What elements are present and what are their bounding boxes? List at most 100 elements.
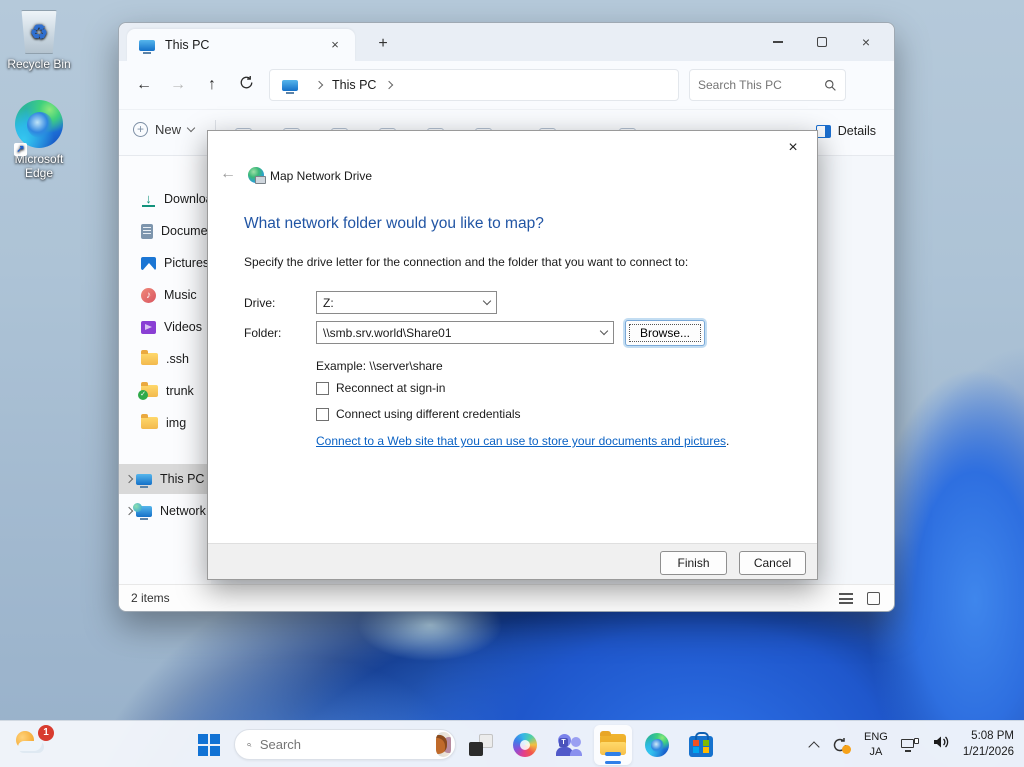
- store-button[interactable]: [682, 725, 720, 765]
- map-network-drive-dialog: × ← Map Network Drive What network folde…: [207, 130, 818, 580]
- sidebar-label: Videos: [164, 320, 202, 334]
- pictures-icon: [141, 256, 156, 270]
- folder-icon: [141, 414, 158, 429]
- drive-value: Z:: [323, 295, 334, 310]
- documents-icon: [141, 223, 153, 239]
- task-view-button[interactable]: [462, 725, 500, 765]
- close-button[interactable]: ×: [844, 27, 888, 57]
- explorer-search-box[interactable]: [689, 69, 846, 101]
- chevron-down-icon: [482, 296, 492, 306]
- refresh-icon[interactable]: [229, 75, 263, 95]
- search-highlight-image: [435, 732, 451, 757]
- new-button[interactable]: + New: [133, 122, 196, 137]
- taskbar: 1 T: [0, 720, 1024, 767]
- tab-title: This PC: [165, 38, 210, 52]
- folder-icon: [141, 350, 158, 365]
- minimize-icon: [773, 41, 783, 43]
- status-bar: 2 items: [119, 584, 894, 611]
- new-tab-button[interactable]: +: [371, 33, 395, 57]
- chevron-right-icon[interactable]: [124, 474, 134, 484]
- example-text: Example: \\server\share: [316, 359, 443, 373]
- windows-logo-icon: [198, 733, 220, 756]
- drive-select[interactable]: Z:: [316, 291, 497, 314]
- web-site-link[interactable]: Connect to a Web site that you can use t…: [316, 434, 726, 448]
- start-button[interactable]: [190, 725, 228, 765]
- file-explorer-icon: [600, 731, 626, 756]
- maximize-icon: [817, 37, 827, 47]
- edge-label: Microsoft Edge: [14, 152, 64, 180]
- thumbnail-view-icon[interactable]: [867, 591, 880, 605]
- credentials-label: Connect using different credentials: [336, 407, 521, 421]
- recycle-bin-icon: ♻: [21, 10, 57, 54]
- credentials-checkbox-row[interactable]: Connect using different credentials: [316, 407, 521, 421]
- reconnect-checkbox[interactable]: [316, 381, 329, 395]
- breadcrumb-this-pc[interactable]: This PC: [332, 78, 376, 92]
- this-pc-icon: [139, 39, 155, 54]
- dialog-subtext: Specify the drive letter for the connect…: [244, 255, 689, 269]
- folder-combobox[interactable]: \\smb.srv.world\Share01: [316, 321, 614, 344]
- drive-label: Drive:: [244, 296, 276, 310]
- minimize-button[interactable]: [756, 27, 800, 57]
- details-pane-button[interactable]: Details: [815, 124, 876, 138]
- address-bar: ← → ↑ This PC: [119, 61, 894, 109]
- forward-icon[interactable]: →: [161, 76, 195, 94]
- taskbar-search-box[interactable]: [234, 729, 456, 760]
- shortcut-arrow-icon: ↗: [14, 143, 27, 156]
- explorer-search-input[interactable]: [698, 78, 808, 92]
- breadcrumb[interactable]: This PC: [269, 69, 679, 101]
- new-label: New: [155, 122, 182, 137]
- up-icon[interactable]: ↑: [195, 76, 229, 94]
- folder-sync-icon: ✓: [138, 382, 158, 400]
- edge-desktop-icon[interactable]: ↗ Microsoft Edge: [4, 100, 74, 180]
- windows-update-icon[interactable]: [831, 736, 851, 754]
- sidebar-label: trunk: [166, 384, 194, 398]
- volume-icon[interactable]: [932, 734, 950, 755]
- map-network-drive-icon: [248, 167, 266, 184]
- finish-button[interactable]: Finish: [660, 551, 727, 575]
- edge-icon: [15, 100, 63, 148]
- sidebar-label: .ssh: [166, 352, 189, 366]
- file-explorer-button[interactable]: [594, 724, 632, 765]
- this-pc-icon: [136, 473, 152, 488]
- browse-button[interactable]: Browse...: [625, 320, 705, 346]
- sidebar-label: This PC: [160, 472, 205, 486]
- credentials-checkbox[interactable]: [316, 407, 329, 421]
- list-view-icon[interactable]: [839, 592, 853, 604]
- details-pane-icon: [815, 124, 831, 138]
- back-icon[interactable]: ←: [127, 76, 161, 94]
- clock[interactable]: 5:08 PM 1/21/2026: [963, 729, 1014, 760]
- cancel-button[interactable]: Cancel: [739, 551, 806, 575]
- search-icon: [247, 742, 252, 747]
- folder-value: \\smb.srv.world\Share01: [323, 325, 452, 340]
- folder-label: Folder:: [244, 326, 282, 340]
- store-icon: [689, 731, 713, 757]
- network-tray-icon[interactable]: [900, 737, 919, 752]
- tab-strip: This PC × + ×: [119, 23, 894, 61]
- tab-this-pc[interactable]: This PC ×: [127, 29, 355, 61]
- maximize-button[interactable]: [800, 27, 844, 57]
- weather-widget[interactable]: 1: [14, 725, 54, 761]
- teams-button[interactable]: T: [550, 725, 588, 765]
- dialog-back-icon[interactable]: ←: [220, 165, 236, 183]
- chevron-right-icon: [314, 80, 324, 90]
- close-icon: ×: [861, 34, 871, 50]
- recycle-bin-desktop-icon[interactable]: ♻ Recycle Bin: [4, 10, 74, 71]
- reconnect-checkbox-row[interactable]: Reconnect at sign-in: [316, 381, 445, 395]
- copilot-button[interactable]: [506, 725, 544, 765]
- tab-close-icon[interactable]: ×: [325, 35, 345, 55]
- edge-button[interactable]: [638, 725, 676, 765]
- language-indicator[interactable]: ENG JA: [864, 730, 888, 759]
- dialog-title: Map Network Drive: [270, 169, 373, 183]
- dialog-heading: What network folder would you like to ma…: [244, 215, 544, 232]
- details-label: Details: [837, 124, 876, 138]
- downloads-icon: ↓: [141, 192, 156, 207]
- tray-chevron-up-icon[interactable]: [808, 740, 820, 753]
- taskbar-search-input[interactable]: [259, 737, 436, 752]
- time-text: 5:08 PM: [971, 729, 1014, 742]
- search-icon: [825, 79, 836, 91]
- active-indicator: [605, 760, 621, 764]
- dialog-close-icon[interactable]: ×: [781, 137, 805, 159]
- navigation-pane: ↓ Downloads Documents Pictures ♪ Music V…: [119, 156, 349, 584]
- chevron-right-icon[interactable]: [124, 506, 134, 516]
- notification-badge: 1: [38, 725, 54, 741]
